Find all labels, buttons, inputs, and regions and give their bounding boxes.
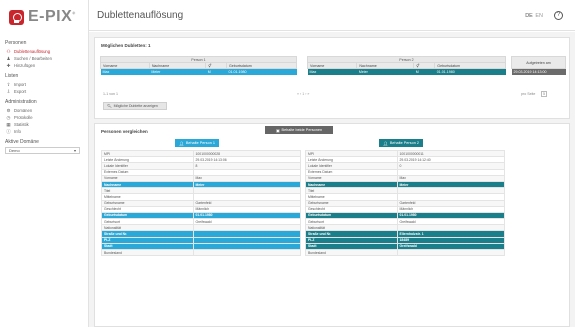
nav-section-title: Listen: [5, 73, 19, 79]
table-cell: Meier: [149, 68, 206, 75]
sidebar-item[interactable]: ⇪ Import: [5, 81, 87, 88]
user-add-icon: ✚: [6, 62, 11, 68]
compare-row: Bundesland: [101, 248, 302, 257]
found-value[interactable]: 29.03.2019 14:13:00: [511, 68, 566, 75]
duplicate-row[interactable]: Max Meier M 01.01.1980: [307, 68, 506, 75]
sidebar-item[interactable]: ⚇ Dublettenauflösung: [5, 48, 87, 55]
table-cell: Meier: [356, 68, 414, 75]
domain-section-title: Aktive Domäne: [5, 139, 39, 145]
field-label: Bundesland: [305, 248, 398, 257]
domain-select-value: Demo: [9, 148, 20, 153]
nav-section-title: Personen: [5, 40, 27, 46]
sidebar-item-label: Suchen / Bearbeiten: [14, 56, 52, 61]
copy-icon: ▣: [275, 128, 280, 133]
search-icon: 🔍︎: [107, 104, 112, 108]
compare-panel: Personen vergleichen ▣ Behalte beide Per…: [94, 123, 570, 327]
sidebar-item-label: Hinzufügen: [14, 63, 36, 68]
user-check-icon: 👤︎: [383, 141, 388, 146]
paginator[interactable]: « ‹ 1 › »: [297, 92, 309, 96]
person1-table: Person 1 Vorname Nachname ⚥ Geburtsdatum Ma…: [100, 56, 298, 75]
sidebar-item-label: Domänen: [14, 108, 33, 113]
lang-de-link[interactable]: DE: [525, 13, 533, 19]
compare-row: Bundesland: [305, 248, 506, 257]
chevron-down-icon: ▾: [73, 148, 76, 153]
table-cell: 01.01.1980: [434, 68, 506, 75]
table-cell: Max: [100, 68, 150, 75]
sidebar-nav: Personen ⚇ Dublettenauflösung ♟ Suchen / Bea…: [5, 36, 87, 154]
keep-person1-button[interactable]: 👤︎ Behalte Person 1: [175, 139, 219, 147]
header-bar: Dublettenauflösung DE EN ?: [89, 0, 575, 31]
sidebar-item[interactable]: ✚ Hinzufügen: [5, 62, 87, 69]
help-icon[interactable]: ?: [554, 11, 563, 20]
chart-icon: ▦: [6, 121, 11, 127]
sidebar-item-label: Protokolle: [14, 115, 33, 120]
table-cell: Max: [307, 68, 357, 75]
sidebar-item-label: Import: [14, 82, 26, 87]
domain-select[interactable]: Demo ▾: [5, 147, 80, 154]
upload-icon: ⇪: [6, 81, 11, 87]
duplicates-title: Möglichen Dubletten: 1: [101, 43, 151, 48]
sidebar-item[interactable]: ◷ Protokolle: [5, 114, 87, 121]
users-icon: ♟: [6, 55, 11, 61]
sidebar-item[interactable]: ♟ Suchen / Bearbeiten: [5, 55, 87, 62]
sidebar: E-PIX® Personen ⚇ Dublettenauflösung ♟ Suche…: [0, 0, 89, 327]
sidebar-item-label: Dublettenauflösung: [14, 49, 51, 54]
language-switch: DE EN: [525, 13, 543, 19]
found-header: Aufgetreten am: [511, 56, 566, 69]
sidebar-item[interactable]: ⇩ Export: [5, 88, 87, 95]
table-cell: 01.01.1980: [226, 68, 297, 75]
person1-compare-table: MPI 1001000000028 Letzte Änderung 29.03.201…: [101, 149, 302, 257]
clock-icon: ◷: [6, 114, 11, 120]
table-cell: M: [205, 68, 227, 75]
logo-text: E-PIX®: [28, 8, 76, 25]
sidebar-item[interactable]: ⚙ Domänen: [5, 107, 87, 114]
field-label: Bundesland: [101, 248, 194, 257]
gear-icon: ⚙: [6, 107, 11, 113]
per-page-label: pro Seite: [521, 92, 536, 96]
table-cell: M: [413, 68, 435, 75]
keep-person2-button[interactable]: 👤︎ Behalte Person 2: [379, 139, 423, 147]
per-page-select[interactable]: 5: [541, 91, 547, 97]
epix-logo-icon: [9, 9, 24, 25]
person2-compare-table: MPI 1001000000011 Letzte Änderung 29.03.201…: [305, 149, 506, 257]
result-count: 1-1 von 1: [103, 92, 118, 96]
page-title: Dublettenauflösung: [97, 10, 184, 21]
main-content: Möglichen Dubletten: 1 Person 1 Vorname N…: [89, 32, 575, 327]
compare-title: Personen vergleichen: [101, 129, 148, 134]
sidebar-item[interactable]: ▦ Statistik: [5, 121, 87, 128]
duplicates-panel: Möglichen Dubletten: 1 Person 1 Vorname N…: [94, 37, 570, 119]
sidebar-item-label: Statistik: [14, 122, 29, 127]
lang-en-link[interactable]: EN: [535, 13, 543, 19]
keep-both-button[interactable]: ▣ Behalte beide Personen: [265, 126, 333, 134]
show-duplicate-button[interactable]: 🔍︎ Mögliche Dublette anzeigen: [103, 102, 167, 110]
field-value: [192, 248, 302, 257]
sidebar-item-label: Export: [14, 89, 27, 94]
found-table: Aufgetreten am 29.03.2019 14:13:00: [511, 56, 566, 75]
field-value: [396, 248, 506, 257]
user-check-icon: 👤︎: [179, 141, 184, 146]
sidebar-item[interactable]: ⓘ Info: [5, 128, 87, 135]
person2-table: Person 2 Vorname Nachname ⚥ Geburtsdatum Ma…: [306, 56, 506, 75]
group-icon: ⚇: [6, 48, 11, 54]
nav-section-title: Administration: [5, 99, 37, 105]
duplicate-row[interactable]: Max Meier M 01.01.1980: [100, 68, 297, 75]
download-icon: ⇩: [6, 88, 11, 94]
info-icon: ⓘ: [6, 128, 11, 134]
app-logo[interactable]: E-PIX®: [9, 8, 76, 26]
sidebar-item-label: Info: [14, 129, 21, 134]
